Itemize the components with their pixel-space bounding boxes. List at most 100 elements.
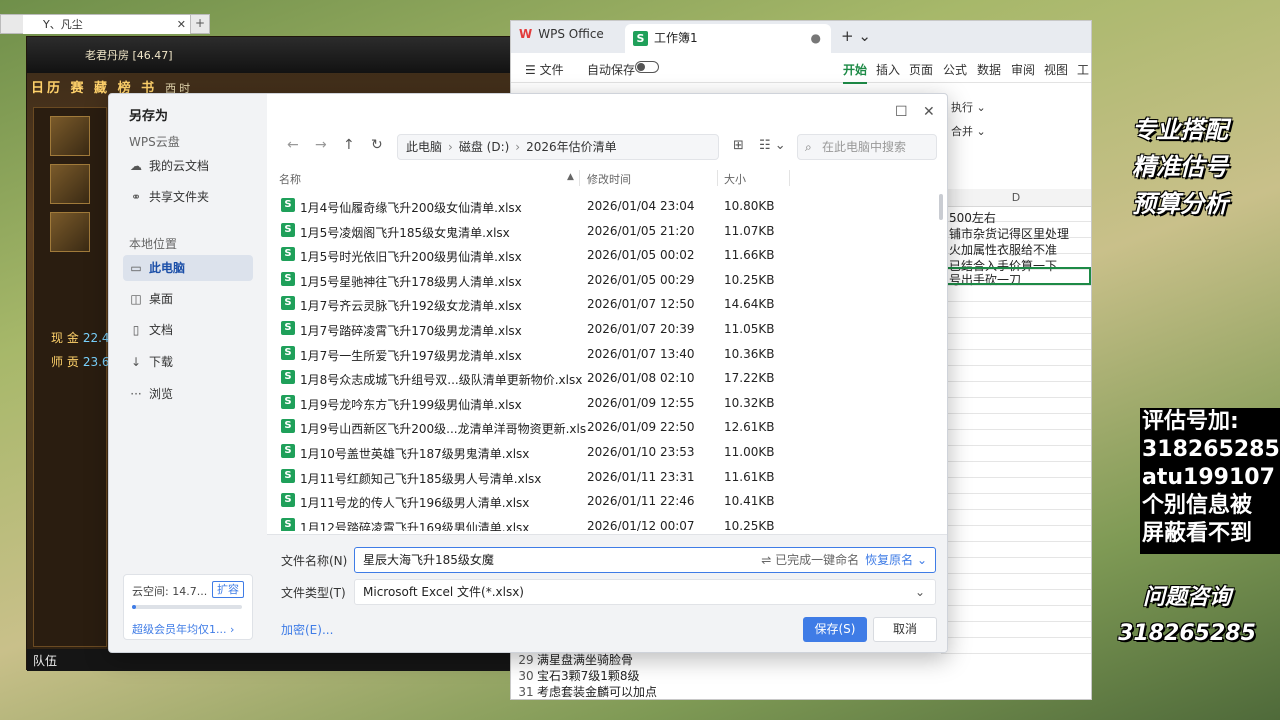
file-list-scrollbar[interactable] [939,194,943,220]
file-row[interactable]: S 1月7号齐云灵脉飞升192级女龙清单.xlsx 2026/01/07 12:50… [279,292,939,317]
sidebar-item-label: 共享文件夹 [149,190,210,204]
column-modified[interactable]: 修改时间 [587,171,631,187]
filetype-select[interactable]: Microsoft Excel 文件(*.xlsx) ⌄ [354,579,936,605]
excel-file-icon: S [281,370,295,385]
inventory-slot[interactable] [50,116,90,156]
dialog-title: 另存为 [129,109,169,124]
file-row[interactable]: S 1月11号红颜知己飞升185级男人号清单.xlsx 2026/01/11 23:… [279,465,939,490]
sheet-row[interactable]: 30 宝石3颗7级1颗8级 [515,667,640,684]
back-arrow-icon[interactable]: ← [287,137,299,153]
up-arrow-icon[interactable]: ↑ [343,137,355,153]
file-row[interactable]: S 1月5号时光依旧飞升200级男仙清单.xlsx 2026/01/05 00:02… [279,243,939,268]
file-modified: 2026/01/09 12:55 [587,395,695,410]
file-row[interactable]: S 1月5号凌烟阁飞升185级女鬼清单.xlsx 2026/01/05 21:20 1… [279,219,939,244]
ribbon-tab-more[interactable]: 工 [1077,61,1089,78]
column-header-d[interactable]: D [941,189,1091,207]
expand-storage-button[interactable]: 扩容 [212,581,244,598]
file-row[interactable]: S 1月8号众志成城飞升组号双...级队清单更新物价.xlsx 2026/01/08… [279,366,939,391]
master-label: 师 贡 [51,355,79,369]
sidebar-item-this-pc[interactable]: ▭ 此电脑 [123,255,253,281]
column-divider[interactable] [789,170,790,186]
new-folder-icon[interactable]: ⊞ [733,138,744,153]
breadcrumb-item[interactable]: 此电脑 [406,140,442,154]
encrypt-link[interactable]: 加密(E)... [281,621,333,638]
refresh-icon[interactable]: ↻ [371,137,383,153]
sheet-row[interactable]: 31 考虑套装金麟可以加点 [515,683,657,700]
new-tab-icon[interactable]: + ⌄ [841,27,871,45]
ribbon-tab-home[interactable]: 开始 [843,61,868,84]
ribbon-tab-data[interactable]: 数据 [977,61,1001,78]
address-bar[interactable]: 此电脑 › 磁盘 (D:) › 2026年估价清单 [397,134,719,160]
filename-label: 文件名称(N) [281,554,348,568]
inventory-slot[interactable] [50,164,90,204]
column-divider[interactable] [579,170,580,186]
cell[interactable]: 铺市杂货记得区里处理 [949,225,1089,242]
column-size[interactable]: 大小 [724,171,746,187]
ribbon-tab-insert[interactable]: 插入 [876,61,900,78]
sheet-row[interactable]: 29 满星盘满坐骑脸骨 [515,651,633,668]
tab-wps-office[interactable]: W WPS Office [519,27,604,41]
row-text[interactable]: 考虑套装金麟可以加点 [537,685,657,699]
file-row[interactable]: S 1月7号一生所爱飞升197级男龙清单.xlsx 2026/01/07 13:40… [279,342,939,367]
save-button[interactable]: 保存(S) [803,617,867,642]
ribbon-tab-page[interactable]: 页面 [909,61,933,78]
sidebar-item-documents[interactable]: ▯ 文档 [123,317,253,343]
row-text[interactable]: 宝石3颗7级1颗8级 [537,669,640,683]
file-row[interactable]: S 1月7号踏碎凌霄飞升170级男龙清单.xlsx 2026/01/07 20:39… [279,317,939,342]
team-label[interactable]: 队伍 [33,654,57,668]
sidebar-item-desktop[interactable]: ◫ 桌面 [123,286,253,312]
file-menu[interactable]: ☰ 文件 [525,61,564,78]
column-name[interactable]: 名称 [279,171,301,187]
sidebar-item-downloads[interactable]: ↓ 下载 [123,349,253,375]
filename-input[interactable]: 星辰大海飞升185级女魔 ⇌ 已完成一键命名 恢复原名 ⌄ [354,547,936,573]
tab-workbook[interactable]: S 工作簿1 ● [625,24,831,53]
ribbon-tab-review[interactable]: 审阅 [1011,61,1035,78]
file-name: 1月12号踏碎凌霄飞升169级男仙清单.xlsx [300,520,530,531]
vip-promo-link[interactable]: 超级会员年均仅1... › [132,621,234,637]
wps-tabbar: W WPS Office S 工作簿1 ● + ⌄ [511,21,1091,53]
ribbon-tab-formula[interactable]: 公式 [943,61,967,78]
game-tab[interactable]: Y、凡尘 ✕ [23,15,191,34]
search-input[interactable]: ⌕ 在此电脑中搜索 [797,134,937,160]
wrap-button[interactable]: 执行 ⌄ [951,101,986,114]
file-row[interactable]: S 1月12号踏碎凌霄飞升169级男仙清单.xlsx 2026/01/12 00:0… [279,514,939,531]
sidebar-item-shared-folder[interactable]: ⚭ 共享文件夹 [123,184,253,210]
file-row[interactable]: S 1月11号龙的传人飞升196级男人清单.xlsx 2026/01/11 22:4… [279,489,939,514]
toolbar-merge[interactable]: 合并 ⌄ [951,123,986,139]
sort-asc-icon[interactable]: ▲ [567,172,574,182]
computer-icon: ▭ [130,261,142,275]
view-mode-icon[interactable]: ☷ ⌄ [759,138,786,153]
toolbar-wrap[interactable]: 执行 ⌄ [951,99,986,115]
file-row[interactable]: S 1月5号星驰神往飞升178级男人清单.xlsx 2026/01/05 00:29… [279,268,939,293]
cancel-button[interactable]: 取消 [873,617,937,642]
file-modified: 2026/01/08 02:10 [587,371,695,386]
row-text[interactable]: 满星盘满坐骑脸骨 [537,653,633,667]
file-row[interactable]: S 1月9号龙吟东方飞升199级男仙清单.xlsx 2026/01/09 12:55… [279,391,939,416]
close-icon[interactable]: ✕ [923,104,935,120]
close-icon[interactable]: ✕ [177,15,186,34]
merge-button[interactable]: 合并 ⌄ [951,125,986,138]
file-row[interactable]: S 1月9号山西新区飞升200级...龙清单洋哥物资更新.xlsx 2026/01/… [279,415,939,440]
file-row[interactable]: S 1月4号仙履奇缘飞升200级女仙清单.xlsx 2026/01/04 23:04… [279,194,939,219]
file-row[interactable]: S 1月10号盖世英雄飞升187级男鬼清单.xlsx 2026/01/10 23:5… [279,440,939,465]
restore-name-button[interactable]: 恢复原名 ⌄ [865,553,927,567]
chevron-down-icon[interactable]: ⌄ [915,580,925,604]
column-divider[interactable] [717,170,718,186]
breadcrumb-item[interactable]: 2026年估价清单 [526,140,617,154]
inventory-slot[interactable] [50,212,90,252]
filename-value[interactable]: 星辰大海飞升185级女魔 [363,553,494,567]
forward-arrow-icon[interactable]: → [315,137,327,153]
cell[interactable]: 500左右 [949,209,1089,226]
maximize-icon[interactable]: ☐ [895,104,908,120]
new-tab-icon[interactable]: + [195,16,205,30]
cell[interactable]: 火加属性衣服给不准 [949,241,1089,258]
contact-line: atu199107 [1142,465,1275,490]
autosave-toggle[interactable] [635,61,659,73]
selected-cell[interactable] [941,267,1091,285]
sidebar-item-browse[interactable]: ··· 浏览 [123,381,253,407]
cloud-usage-fill [132,605,137,609]
sidebar-item-my-cloud-docs[interactable]: ☁ 我的云文档 [123,153,253,179]
breadcrumb-item[interactable]: 磁盘 (D:) [459,140,509,154]
ribbon-tab-view[interactable]: 视图 [1044,61,1068,78]
excel-file-icon: S [281,198,295,212]
